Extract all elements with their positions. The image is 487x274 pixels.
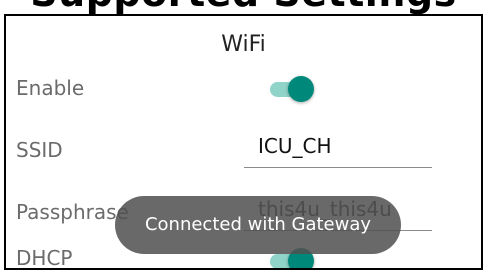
- screen-title: WiFi: [221, 32, 266, 57]
- enable-toggle-thumb: [288, 76, 314, 102]
- page-heading: Supported Settings: [0, 0, 487, 14]
- toast-message: Connected with Gateway: [115, 196, 401, 254]
- screenshot-frame: Supported Settings WiFi Enable SSID ICU_…: [0, 0, 487, 274]
- passphrase-label: Passphrase: [16, 200, 129, 224]
- page-heading-text: Supported Settings: [0, 0, 487, 14]
- dhcp-label: DHCP: [16, 246, 73, 270]
- wifi-settings-panel: WiFi Enable SSID ICU_CH Passphrase this4…: [4, 14, 483, 270]
- ssid-underline: [244, 167, 432, 168]
- ssid-input[interactable]: ICU_CH: [244, 132, 432, 168]
- ssid-label: SSID: [16, 138, 63, 162]
- enable-label: Enable: [16, 76, 85, 100]
- enable-toggle[interactable]: [268, 74, 316, 104]
- ssid-value: ICU_CH: [258, 134, 332, 158]
